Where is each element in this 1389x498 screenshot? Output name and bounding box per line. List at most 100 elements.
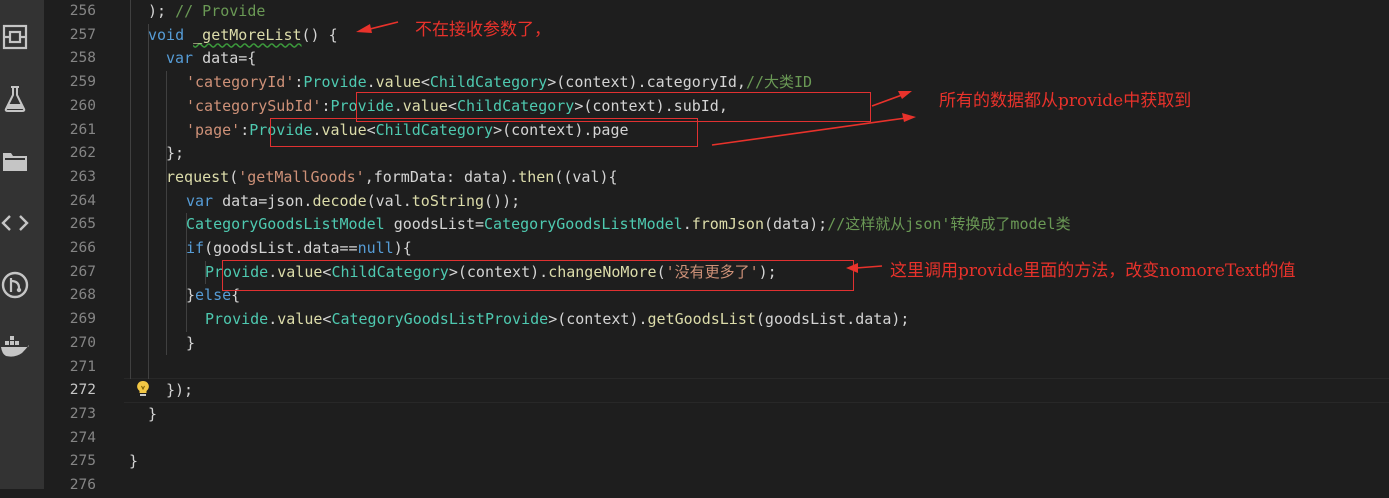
code-token: CategoryGoodsListModel bbox=[186, 215, 385, 234]
code-token: } bbox=[186, 286, 196, 305]
code-token: //这样就从json'转换成了model类 bbox=[827, 215, 1071, 234]
code-line[interactable]: Provide.value<CategoryGoodsListProvide>(… bbox=[205, 308, 909, 332]
code-token: >(context).categoryId, bbox=[547, 73, 746, 92]
code-token: 'getMallGoods' bbox=[238, 167, 365, 186]
code-line[interactable]: request('getMallGoods',formData: data).t… bbox=[166, 166, 618, 190]
line-number: 273 bbox=[69, 405, 96, 422]
line-number: 272 bbox=[69, 382, 96, 399]
line-number: 270 bbox=[69, 334, 96, 351]
code-line[interactable]: CategoryGoodsListModel goodsList=Categor… bbox=[186, 213, 1071, 237]
indent-guide bbox=[130, 0, 131, 380]
code-token: 'categorySubId' bbox=[186, 96, 322, 115]
line-number: 260 bbox=[69, 97, 96, 114]
code-token: void bbox=[148, 25, 185, 44]
line-number: 258 bbox=[69, 50, 96, 67]
code-token: . bbox=[682, 215, 692, 234]
code-token: var bbox=[186, 191, 214, 210]
code-token: ( bbox=[229, 167, 239, 186]
code-token: data=json. bbox=[213, 191, 313, 210]
line-number: 267 bbox=[69, 263, 96, 280]
line-number: 271 bbox=[69, 358, 96, 375]
test-flask-icon[interactable] bbox=[0, 82, 30, 116]
code-token: decode bbox=[312, 191, 367, 210]
code-line[interactable]: }; bbox=[166, 142, 184, 166]
code-token: then bbox=[518, 167, 555, 186]
code-line[interactable]: } bbox=[186, 332, 195, 356]
code-line[interactable]: }); bbox=[166, 379, 193, 403]
code-token: ()); bbox=[484, 191, 521, 210]
code-token: . bbox=[366, 73, 376, 92]
code-token: (goodsList.data); bbox=[755, 310, 910, 329]
explorer-icon[interactable] bbox=[0, 20, 30, 54]
line-number: 265 bbox=[69, 216, 96, 233]
annotation-box-page bbox=[270, 118, 698, 147]
code-token: CategoryGoodsListModel bbox=[484, 215, 683, 234]
line-number: 276 bbox=[69, 477, 96, 493]
code-line[interactable]: } bbox=[129, 450, 138, 474]
code-token: value bbox=[375, 73, 421, 92]
code-editor[interactable]: ); // Provide void _getMoreList() {var da… bbox=[124, 0, 1389, 489]
code-token: 'categoryId' bbox=[186, 73, 295, 92]
code-token: } bbox=[129, 452, 139, 471]
code-line[interactable]: ); // Provide bbox=[148, 0, 265, 24]
line-number: 259 bbox=[69, 74, 96, 91]
line-number: 262 bbox=[69, 145, 96, 162]
line-number: 256 bbox=[69, 3, 96, 19]
line-number: 264 bbox=[69, 192, 96, 209]
line-number: 257 bbox=[69, 26, 96, 43]
code-token: 'page' bbox=[186, 120, 241, 139]
code-token: getGoodsList bbox=[647, 310, 756, 329]
code-token: toString bbox=[411, 191, 485, 210]
code-token: }; bbox=[166, 144, 185, 163]
code-token: request bbox=[166, 167, 230, 186]
docker-icon[interactable] bbox=[0, 330, 30, 364]
annotation-box-changenomore bbox=[222, 260, 854, 291]
code-token: ); bbox=[148, 2, 176, 20]
line-number: 266 bbox=[69, 240, 96, 256]
line-number: 268 bbox=[69, 287, 96, 304]
annotation-note-change-nomore: 这里调用provide里面的方法，改变nomoreText的值 bbox=[890, 261, 1296, 281]
line-number: 261 bbox=[69, 121, 96, 138]
code-token: . bbox=[268, 310, 278, 329]
code-token: ){ bbox=[393, 239, 412, 257]
line-number: 269 bbox=[69, 311, 96, 328]
code-brackets-icon[interactable] bbox=[0, 206, 30, 240]
code-token: ,formData: data). bbox=[364, 167, 519, 186]
code-token: (goodsList.data== bbox=[204, 239, 358, 257]
code-line[interactable]: } bbox=[148, 403, 157, 427]
code-token: }); bbox=[166, 381, 194, 400]
code-line[interactable]: var data=json.decode(val.toString()); bbox=[186, 190, 520, 214]
code-token: if bbox=[186, 239, 205, 257]
indent-guide bbox=[166, 71, 167, 356]
code-token: fromJson bbox=[691, 215, 764, 234]
folder-icon[interactable] bbox=[0, 144, 30, 178]
code-token: } bbox=[186, 333, 196, 352]
code-token: ChildCategory bbox=[429, 73, 548, 92]
code-line[interactable]: var data={ bbox=[166, 47, 256, 71]
code-token: value bbox=[277, 310, 323, 329]
code-token: } bbox=[148, 404, 158, 423]
code-token: var bbox=[166, 49, 194, 68]
annotation-note-no-params: 不在接收参数了， bbox=[415, 20, 551, 40]
code-token: : bbox=[321, 96, 331, 115]
lightbulb-icon[interactable] bbox=[136, 380, 150, 398]
code-token: < bbox=[420, 73, 430, 92]
code-token: CategoryGoodsListProvide bbox=[331, 310, 549, 329]
code-token: (data); bbox=[764, 215, 828, 234]
code-line[interactable]: void _getMoreList() { bbox=[148, 24, 338, 48]
code-line[interactable]: if(goodsList.data==null){ bbox=[186, 237, 412, 261]
git-icon[interactable] bbox=[0, 268, 30, 302]
code-token: //大类ID bbox=[745, 73, 813, 92]
annotation-note-provide-data: 所有的数据都从provide中获取到 bbox=[939, 91, 1192, 111]
code-token: Provide bbox=[303, 73, 367, 92]
code-token: _getMoreList bbox=[193, 25, 302, 44]
indent-guide bbox=[148, 23, 149, 380]
activity-bar bbox=[0, 0, 44, 489]
line-number: 263 bbox=[69, 168, 96, 185]
code-token: null bbox=[357, 239, 394, 257]
code-token: data={ bbox=[193, 49, 257, 68]
code-token: goodsList= bbox=[384, 215, 485, 234]
line-number: 274 bbox=[69, 429, 96, 446]
code-token: : bbox=[240, 120, 250, 139]
